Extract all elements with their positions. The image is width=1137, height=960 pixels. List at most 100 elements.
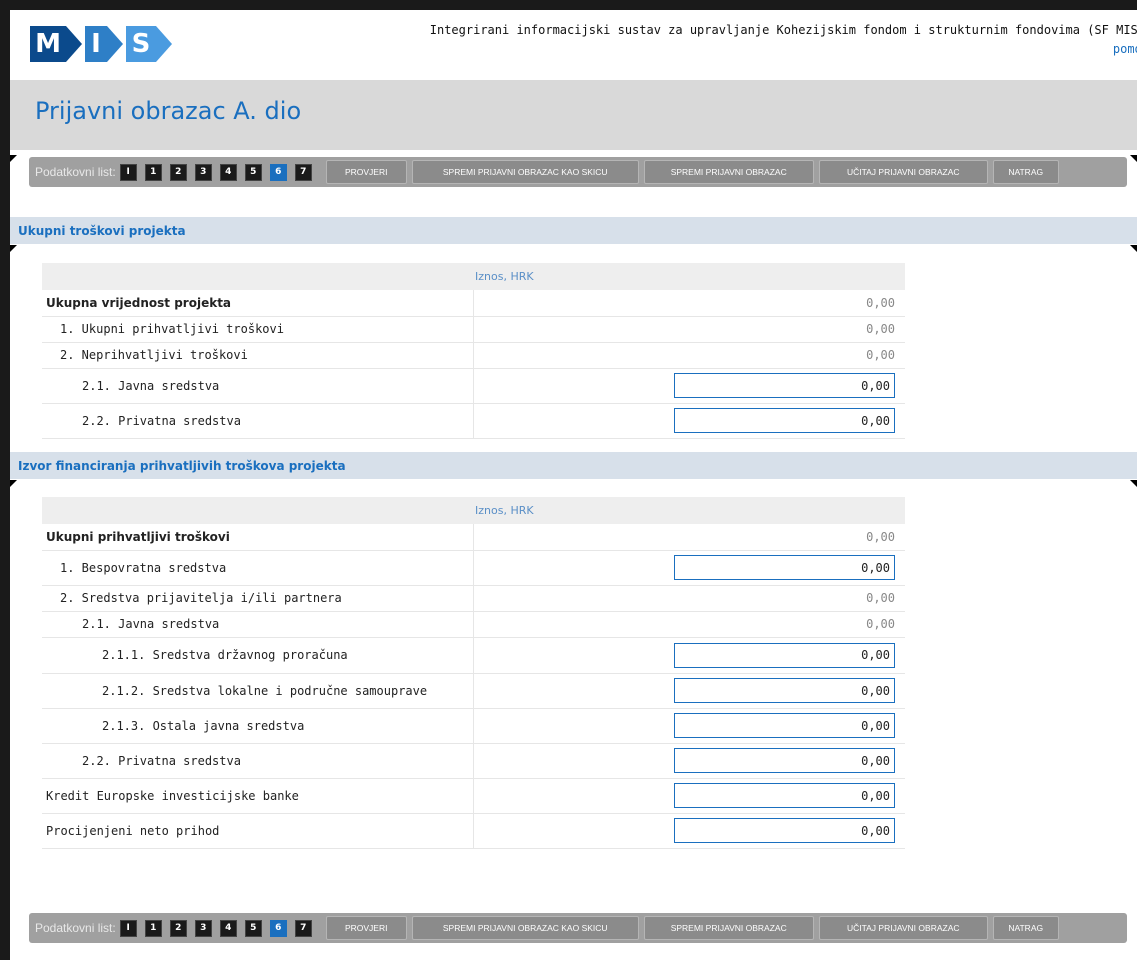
corner-marker	[10, 480, 17, 487]
datasheet-page-i[interactable]: I	[119, 163, 137, 181]
row-input-cell	[473, 778, 905, 814]
private-funds-input[interactable]	[674, 408, 895, 433]
save-draft-button[interactable]: SPREMI PRIJAVNI OBRAZAC KAO SKICU	[411, 916, 639, 940]
datasheet-label: Podatkovni list:	[35, 165, 116, 179]
load-button[interactable]: UČITAJ PRIJAVNI OBRAZAC	[818, 916, 988, 940]
logo-arrow	[66, 26, 82, 62]
logo-letter-s: S	[126, 26, 156, 62]
save-button[interactable]: SPREMI PRIJAVNI OBRAZAC	[643, 160, 814, 184]
row-label: 2.1. Javna sredstva	[42, 611, 474, 638]
datasheet-page-7[interactable]: 7	[294, 163, 312, 181]
datasheet-page-7[interactable]: 7	[294, 919, 312, 937]
corner-marker	[1130, 155, 1137, 162]
other-public-funds-input[interactable]	[674, 713, 895, 738]
row-label: Ukupna vrijednost projekta	[42, 290, 474, 317]
datasheet-page-6[interactable]: 6	[269, 919, 287, 937]
datasheet-label: Podatkovni list:	[35, 921, 116, 935]
logo-arrow	[107, 26, 123, 62]
datasheet-page-3[interactable]: 3	[194, 163, 212, 181]
row-value: 0,00	[473, 524, 905, 551]
row-input-cell	[473, 743, 905, 779]
table-row: 2.1.3. Ostala javna sredstva	[42, 708, 905, 744]
eib-loan-input[interactable]	[674, 783, 895, 808]
table-row: Ukupni prihvatljivi troškovi 0,00	[42, 524, 905, 551]
table-row: Procijenjeni neto prihod	[42, 813, 905, 849]
check-button[interactable]: PROVJERI	[325, 160, 407, 184]
application-window: M I S Integrirani informacijski sustav z…	[10, 10, 1137, 960]
back-button[interactable]: NATRAG	[992, 160, 1059, 184]
row-label: 2. Sredstva prijavitelja i/ili partnera	[42, 585, 474, 612]
check-button[interactable]: PROVJERI	[325, 916, 407, 940]
system-title: Integrirani informacijski sustav za upra…	[429, 23, 1137, 37]
table-row: 2.2. Privatna sredstva	[42, 743, 905, 779]
logo-arrow	[156, 26, 172, 62]
table-row: 1. Ukupni prihvatljivi troškovi 0,00	[42, 316, 905, 343]
row-label: Kredit Europske investicijske banke	[42, 778, 474, 814]
public-funds-input[interactable]	[674, 373, 895, 398]
table-row: 2.1. Javna sredstva	[42, 368, 905, 404]
datasheet-page-5[interactable]: 5	[244, 919, 262, 937]
corner-marker	[1130, 480, 1137, 487]
mis-logo[interactable]: M I S	[30, 25, 172, 63]
row-input-cell	[473, 368, 905, 404]
corner-marker	[1130, 245, 1137, 252]
row-value: 0,00	[473, 316, 905, 343]
row-input-cell	[473, 708, 905, 744]
row-label: Ukupni prihvatljivi troškovi	[42, 524, 474, 551]
table-header-empty	[42, 497, 473, 524]
table-row: 2.1. Javna sredstva 0,00	[42, 611, 905, 638]
logo-letter-m: M	[30, 26, 66, 62]
table-row: 2. Sredstva prijavitelja i/ili partnera …	[42, 585, 905, 612]
row-label: 2.2. Privatna sredstva	[42, 403, 474, 439]
funding-sources-table: Iznos, HRK Ukupni prihvatljivi troškovi …	[42, 497, 905, 849]
datasheet-page-3[interactable]: 3	[194, 919, 212, 937]
total-costs-table: Iznos, HRK Ukupna vrijednost projekta 0,…	[42, 263, 905, 439]
row-label: 2.2. Privatna sredstva	[42, 743, 474, 779]
datasheet-page-2[interactable]: 2	[169, 163, 187, 181]
datasheet-page-1[interactable]: 1	[144, 163, 162, 181]
table-header-empty	[42, 263, 473, 290]
datasheet-nav-bottom: Podatkovni list: I 1 2 3 4 5 6 7 PROVJER…	[29, 913, 1127, 943]
logo-letter-i: I	[85, 26, 107, 62]
section-funding-sources-title: Izvor financiranja prihvatljivih troškov…	[10, 452, 1137, 479]
top-bar: M I S Integrirani informacijski sustav z…	[10, 10, 1137, 80]
page-header: Prijavni obrazac A. dio	[10, 80, 1137, 150]
save-button[interactable]: SPREMI PRIJAVNI OBRAZAC	[643, 916, 814, 940]
row-label: 2. Neprihvatljivi troškovi	[42, 342, 474, 369]
datasheet-page-4[interactable]: 4	[219, 163, 237, 181]
row-label: 2.1.1. Sredstva državnog proračuna	[42, 637, 474, 674]
net-revenue-input[interactable]	[674, 818, 895, 843]
row-label: 1. Ukupni prihvatljivi troškovi	[42, 316, 474, 343]
row-value: 0,00	[473, 342, 905, 369]
datasheet-page-2[interactable]: 2	[169, 919, 187, 937]
row-label: 1. Bespovratna sredstva	[42, 550, 474, 586]
row-input-cell	[473, 403, 905, 439]
datasheet-page-1[interactable]: 1	[144, 919, 162, 937]
datasheet-page-5[interactable]: 5	[244, 163, 262, 181]
private-funds-input[interactable]	[674, 748, 895, 773]
row-value: 0,00	[473, 611, 905, 638]
row-label: 2.1. Javna sredstva	[42, 368, 474, 404]
back-button[interactable]: NATRAG	[992, 916, 1059, 940]
corner-marker	[10, 245, 17, 252]
datasheet-nav-top: Podatkovni list: I 1 2 3 4 5 6 7 PROVJER…	[29, 157, 1127, 187]
local-government-input[interactable]	[674, 678, 895, 703]
page-title: Prijavni obrazac A. dio	[35, 97, 302, 125]
corner-marker	[10, 155, 17, 162]
section-total-costs-title: Ukupni troškovi projekta	[10, 217, 1137, 244]
row-input-cell	[473, 550, 905, 586]
datasheet-page-6[interactable]: 6	[269, 163, 287, 181]
row-label: 2.1.2. Sredstva lokalne i područne samou…	[42, 673, 474, 709]
row-input-cell	[473, 673, 905, 709]
table-row: Kredit Europske investicijske banke	[42, 778, 905, 814]
table-row: 2. Neprihvatljivi troškovi 0,00	[42, 342, 905, 369]
save-draft-button[interactable]: SPREMI PRIJAVNI OBRAZAC KAO SKICU	[411, 160, 639, 184]
table-row: 2.1.2. Sredstva lokalne i područne samou…	[42, 673, 905, 709]
datasheet-page-i[interactable]: I	[119, 919, 137, 937]
help-link[interactable]: pomoć	[1113, 42, 1137, 56]
state-budget-input[interactable]	[674, 642, 895, 668]
load-button[interactable]: UČITAJ PRIJAVNI OBRAZAC	[818, 160, 988, 184]
grant-funds-input[interactable]	[674, 555, 895, 580]
datasheet-page-4[interactable]: 4	[219, 919, 237, 937]
row-label: 2.1.3. Ostala javna sredstva	[42, 708, 474, 744]
